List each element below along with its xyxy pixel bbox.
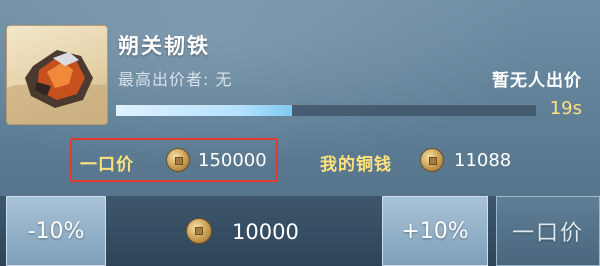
auction-progress-bar	[116, 104, 536, 116]
copper-coin-icon	[420, 148, 444, 172]
highest-bidder-text: 最高出价者: 无	[118, 70, 233, 89]
buyout-button[interactable]: 一口价	[496, 196, 600, 266]
bid-status-text: 暂无人出价	[492, 71, 582, 91]
increase-bid-button[interactable]: +10%	[382, 196, 488, 266]
my-coins-value: 11088	[454, 150, 512, 171]
copper-coin-icon	[186, 218, 212, 244]
item-icon-frame[interactable]	[6, 25, 108, 125]
ore-chunk-icon	[7, 50, 107, 124]
countdown-timer: 19s	[549, 98, 582, 119]
auction-progress-fill	[116, 105, 293, 116]
buyout-price-box: 一口价 150000	[70, 138, 278, 182]
item-name: 朔关韧铁	[118, 34, 210, 58]
buyout-price-value: 150000	[198, 150, 267, 171]
decrease-bid-button[interactable]: -10%	[6, 196, 106, 266]
buyout-label: 一口价	[80, 155, 134, 175]
copper-coin-icon	[166, 148, 190, 172]
bid-amount-value[interactable]: 10000	[232, 220, 299, 244]
my-coins-label: 我的铜钱	[320, 155, 392, 175]
